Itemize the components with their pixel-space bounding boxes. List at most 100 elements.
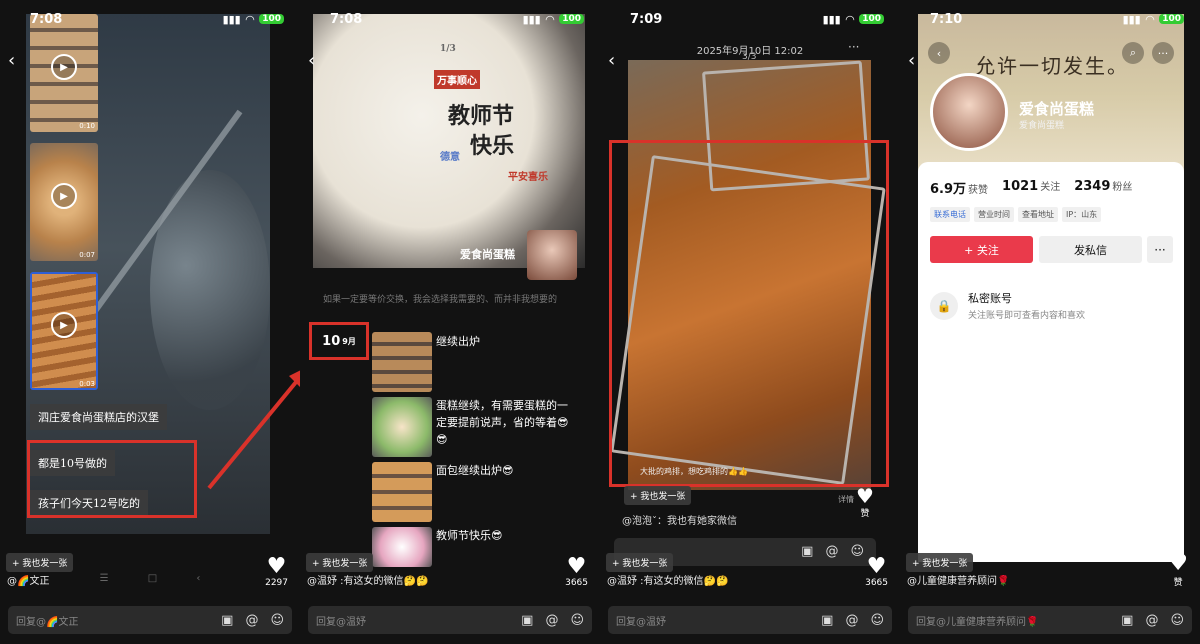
lock-icon: 🔒: [930, 292, 958, 320]
battery-icon: 100: [559, 14, 584, 24]
status-time: 7:08: [30, 11, 63, 27]
battery-icon: 100: [859, 14, 884, 24]
phone-tag[interactable]: 联系电话: [930, 207, 970, 222]
status-bar: 7:10 ▮▮▮ ◠ 100: [930, 8, 1184, 30]
feed-thumbnail[interactable]: [372, 332, 432, 392]
feed-thumbnail[interactable]: [372, 462, 432, 522]
panel-video-wall: 7:08 ▮▮▮ ◠ 100 ‹ ▶ 0:10 ▶ 0:07 ▶ 0:03 泗庄爱食…: [0, 0, 300, 644]
back-icon[interactable]: ‹: [608, 50, 615, 71]
profile-stats: 6.9万 获赞 1021 关注 2349 粉丝: [930, 178, 1132, 197]
more-options-button[interactable]: ···: [1147, 236, 1173, 263]
post-also-button[interactable]: + 我也发一张: [6, 553, 74, 572]
signal-icon: ▮▮▮: [822, 12, 841, 26]
video-duration: 0:07: [79, 251, 95, 259]
profile-tags: 联系电话 营业时间 查看地址 IP：山东: [930, 207, 1102, 222]
comment-user[interactable]: @🌈文正: [7, 572, 49, 587]
subtitle-line: 泗庄爱食尚蛋糕店的汉堡: [30, 404, 167, 430]
video-thumbnail[interactable]: ▶ 0:10: [30, 14, 98, 132]
image-icon[interactable]: ▣: [801, 544, 813, 559]
play-icon[interactable]: ▶: [51, 54, 77, 81]
wifi-icon: ◠: [245, 12, 255, 26]
follow-button[interactable]: + 关注: [930, 236, 1033, 263]
wifi-icon: ◠: [1145, 12, 1155, 26]
emoji-icon[interactable]: ☺: [850, 544, 864, 559]
more-icon[interactable]: ···: [848, 40, 859, 54]
menu-icon[interactable]: ☰: [100, 573, 109, 584]
cake-text: 德意: [440, 152, 460, 163]
heart-icon[interactable]: ♥: [856, 486, 874, 506]
back-icon[interactable]: ‹: [908, 50, 915, 71]
highlight-box: [609, 140, 889, 487]
back-nav-icon[interactable]: ‹: [196, 573, 200, 584]
heart-icon[interactable]: ♥: [265, 556, 288, 578]
status-bar: 7:08 ▮▮▮ ◠ 100: [30, 8, 284, 30]
signal-icon: ▮▮▮: [1122, 12, 1141, 26]
ip-tag: IP：山东: [1062, 207, 1102, 222]
profile-quote: 如果一定要等价交换，我会选择我需要的、而并非我想要的: [323, 295, 558, 305]
feed-thumbnail[interactable]: [372, 527, 432, 567]
video-duration: 0:10: [79, 122, 95, 130]
back-icon[interactable]: ‹: [928, 42, 950, 64]
cake-text: 平安喜乐: [508, 172, 548, 183]
like-button[interactable]: ♥ 2297: [265, 556, 288, 589]
signal-icon: ▮▮▮: [522, 12, 541, 26]
private-title: 私密账号: [968, 292, 1012, 305]
home-icon[interactable]: □: [148, 573, 157, 584]
wifi-icon: ◠: [845, 12, 855, 26]
at-icon[interactable]: @: [245, 613, 258, 628]
reply-placeholder: 回复@🌈文正: [16, 616, 79, 628]
page-indicator: 1/3: [440, 44, 456, 54]
likes-stat[interactable]: 6.9万 获赞: [930, 178, 988, 197]
more-icon[interactable]: ···: [1152, 42, 1174, 64]
post-also-button[interactable]: + 我也发一张: [624, 486, 692, 505]
feed-item-text[interactable]: 蛋糕继续，有需要蛋糕的一定要提前说声，省的等着😎😎: [436, 397, 571, 448]
shop-name[interactable]: 爱食尚蛋糕: [460, 246, 515, 262]
battery-icon: 100: [1159, 14, 1184, 24]
comment-input[interactable]: ▣ @ ☺: [614, 538, 876, 566]
comment-text[interactable]: @泡泡ˇ：我也有她家微信: [622, 512, 737, 527]
profile-top-bar: ‹ ⌕ ···: [928, 42, 1174, 64]
following-stat[interactable]: 1021 关注: [1002, 178, 1060, 197]
system-nav-bar: ☰ □ ‹: [80, 573, 220, 584]
image-icon[interactable]: ▣: [221, 613, 233, 628]
status-time: 7:09: [630, 11, 663, 27]
play-icon[interactable]: ▶: [51, 312, 77, 339]
cake-text: 快乐: [470, 133, 515, 159]
emoji-icon[interactable]: ☺: [270, 613, 284, 628]
feed-item-text[interactable]: 教师节快乐😎: [436, 527, 571, 544]
signal-icon: ▮▮▮: [222, 12, 241, 26]
video-duration: 0:03: [79, 380, 95, 388]
address-tag[interactable]: 查看地址: [1018, 207, 1058, 222]
video-thumbnail[interactable]: ▶ 0:03: [30, 272, 98, 390]
message-button[interactable]: 发私信: [1039, 236, 1142, 263]
avatar[interactable]: [930, 73, 1008, 151]
like-count: 2297: [265, 578, 288, 588]
detail-link[interactable]: 详情: [838, 494, 854, 505]
status-time: 7:10: [930, 11, 963, 27]
feed-thumbnail[interactable]: [372, 397, 432, 457]
screenshot-collage: 7:08 ▮▮▮ ◠ 100 ‹ ▶ 0:10 ▶ 0:07 ▶ 0:03 泗庄爱食…: [0, 0, 1200, 644]
battery-icon: 100: [259, 14, 284, 24]
status-time: 7:08: [330, 11, 363, 27]
back-icon[interactable]: ‹: [308, 50, 315, 71]
like-button[interactable]: ♥ 赞: [856, 486, 874, 519]
cake-topper: 万事顺心: [434, 70, 480, 89]
reply-input[interactable]: 回复@🌈文正 ▣ @ ☺: [8, 606, 292, 634]
search-icon[interactable]: ⌕: [1122, 42, 1144, 64]
status-bar: 7:08 ▮▮▮ ◠ 100: [330, 8, 584, 30]
highlight-box: [309, 322, 369, 360]
video-thumbnail[interactable]: ▶ 0:07: [30, 143, 98, 261]
hours-tag[interactable]: 营业时间: [974, 207, 1014, 222]
avatar[interactable]: [527, 230, 577, 280]
fans-stat[interactable]: 2349 粉丝: [1074, 178, 1132, 197]
highlight-box: [27, 440, 197, 518]
at-icon[interactable]: @: [825, 544, 838, 559]
cake-text: 教师节: [448, 103, 515, 129]
wifi-icon: ◠: [545, 12, 555, 26]
feed-item-text[interactable]: 面包继续出炉😎: [436, 462, 571, 479]
back-icon[interactable]: ‹: [8, 50, 15, 71]
feed-item-text[interactable]: 继续出炉: [436, 333, 571, 350]
status-bar: 7:09 ▮▮▮ ◠ 100: [630, 8, 884, 30]
play-icon[interactable]: ▶: [51, 183, 77, 210]
profile-card: [918, 162, 1184, 562]
